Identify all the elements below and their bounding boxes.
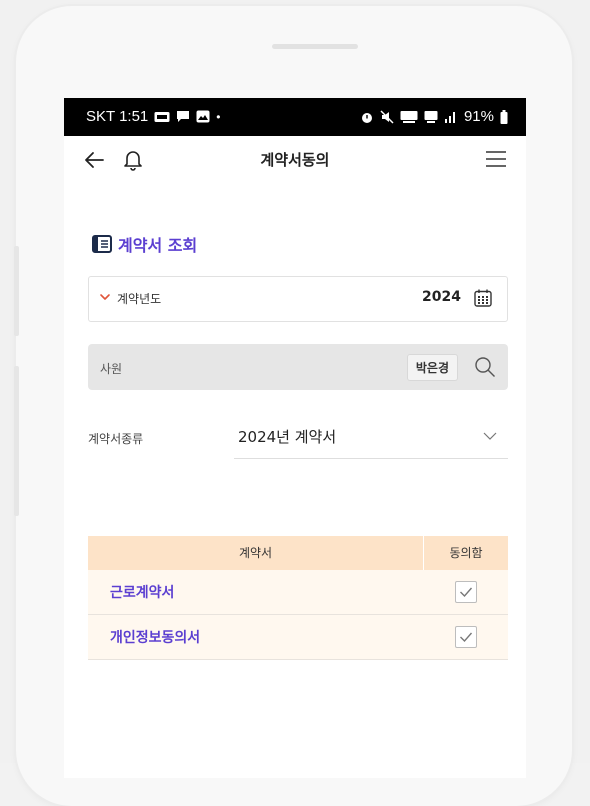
- required-check-icon: [100, 294, 110, 300]
- side-button: [14, 246, 19, 336]
- status-bar: SKT 1:51 • 91%: [64, 98, 526, 136]
- contract-table: 계약서 동의함 근로계약서 개인정보동의서: [88, 536, 508, 660]
- contract-type-value: 2024년 계약서: [238, 428, 337, 446]
- section-title: 계약서 조회: [118, 236, 198, 255]
- book-icon: [92, 235, 112, 253]
- agree-checkbox[interactable]: [455, 581, 477, 603]
- chat-icon: [177, 111, 190, 122]
- phone-screen: SKT 1:51 • 91% 계약서동의 계약서 조회 계약년도 2024 사원…: [64, 98, 526, 778]
- contract-type-select[interactable]: 2024년 계약서: [234, 416, 508, 459]
- carrier-time: SKT 1:51: [86, 108, 149, 125]
- agree-cell: [424, 581, 508, 603]
- gallery-icon: [196, 110, 210, 123]
- mute-icon: [380, 109, 394, 124]
- column-header-contract: 계약서: [238, 546, 273, 560]
- chevron-down-icon: [483, 432, 497, 440]
- battery-icon: [500, 109, 508, 124]
- agree-checkbox[interactable]: [455, 626, 477, 648]
- contract-year-value: 2024: [422, 289, 461, 305]
- hamburger-menu-icon[interactable]: [484, 149, 508, 169]
- side-button: [14, 366, 19, 516]
- table-row[interactable]: 근로계약서: [88, 570, 508, 615]
- live-icon: [154, 111, 170, 122]
- employee-name-chip: 박은경: [406, 354, 458, 381]
- employee-field[interactable]: 사원 박은경: [88, 344, 508, 390]
- contract-year-label: 계약년도: [117, 292, 162, 306]
- table-header: 계약서 동의함: [88, 536, 508, 570]
- check-icon: [460, 587, 473, 598]
- top-app-bar: 계약서동의: [64, 136, 526, 182]
- section-header: 계약서 조회: [92, 232, 197, 256]
- dot-icon: •: [216, 109, 221, 124]
- check-icon: [460, 632, 473, 643]
- 5g-icon: [424, 110, 438, 123]
- column-header-agree: 동의함: [423, 536, 508, 570]
- contract-name[interactable]: 근로계약서: [88, 582, 424, 602]
- alarm-icon: [361, 112, 372, 123]
- search-icon[interactable]: [474, 356, 496, 378]
- signal-icon: [444, 111, 455, 123]
- contract-year-field[interactable]: 계약년도 2024: [88, 276, 508, 322]
- battery-percent: 91%: [463, 108, 494, 125]
- contract-name[interactable]: 개인정보동의서: [88, 627, 424, 647]
- contract-type-label: 계약서종류: [88, 432, 144, 446]
- table-row[interactable]: 개인정보동의서: [88, 615, 508, 660]
- calendar-icon[interactable]: [473, 288, 493, 308]
- hd-voice-icon: [400, 110, 418, 123]
- page-title: 계약서동의: [260, 151, 330, 169]
- agree-cell: [424, 626, 508, 648]
- employee-label: 사원: [100, 362, 123, 376]
- speaker-slot: [272, 44, 358, 49]
